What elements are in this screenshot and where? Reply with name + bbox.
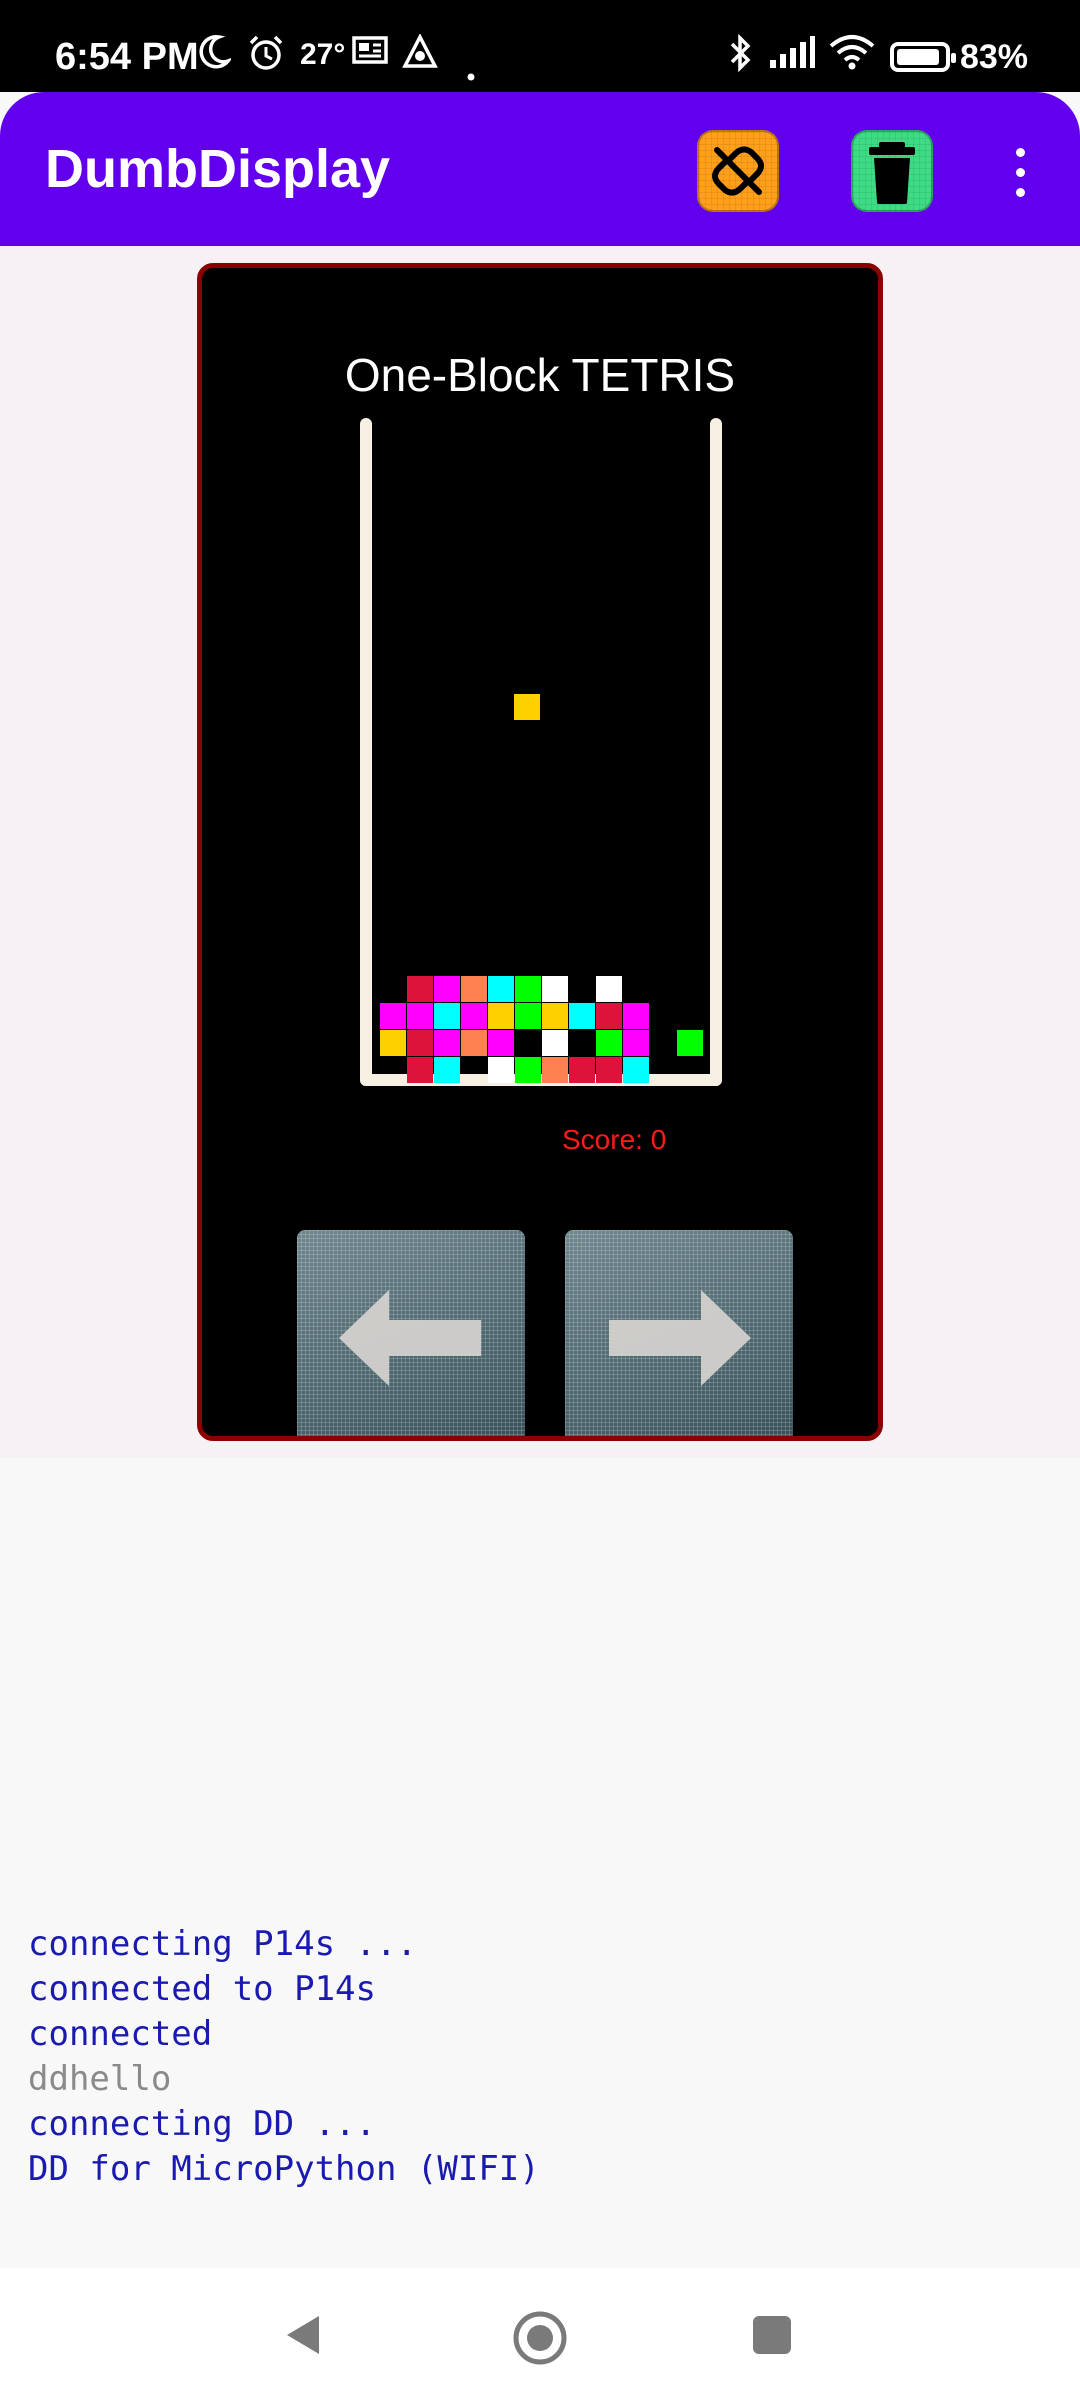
log-console: connecting P14s ... connected to P14s co… <box>28 1922 1028 2192</box>
settled-block <box>542 1003 568 1029</box>
settled-block <box>488 1057 514 1083</box>
wifi-icon <box>828 34 876 79</box>
settled-block <box>623 1057 649 1083</box>
settled-block <box>380 1003 406 1029</box>
move-left-button[interactable] <box>297 1230 525 1436</box>
settled-block <box>515 1057 541 1083</box>
well-wall-right <box>710 418 722 1086</box>
recents-icon[interactable] <box>753 2316 791 2354</box>
log-line: connected to P14s <box>28 1969 376 2009</box>
score-label: Score: 0 <box>562 1124 667 1155</box>
game-title: One-Block TETRIS <box>344 349 736 401</box>
status-bar: 6:54 PM 27° 83% <box>0 0 1080 92</box>
settled-block <box>407 1003 433 1029</box>
settled-block <box>542 1057 568 1083</box>
app-title: DumbDisplay <box>45 139 391 199</box>
navigation-bar <box>0 2268 1080 2400</box>
clear-button[interactable] <box>851 130 933 212</box>
temperature: 27° <box>300 38 346 71</box>
settled-block <box>515 1003 541 1029</box>
battery-icon <box>890 42 956 72</box>
settled-block <box>434 1057 460 1083</box>
settled-block <box>407 1030 433 1056</box>
alarm-icon <box>247 34 285 81</box>
signal-icon <box>768 34 816 79</box>
log-line: DD for MicroPython (WIFI) <box>28 2149 540 2189</box>
well-wall-left <box>360 418 372 1086</box>
settled-block <box>488 1030 514 1056</box>
status-time: 6:54 PM <box>55 36 199 78</box>
disconnect-button[interactable] <box>697 130 779 212</box>
news-icon <box>352 34 388 74</box>
dot-icon <box>467 50 475 90</box>
app-bar: DumbDisplay <box>0 92 1080 246</box>
battery-percent: 83% <box>959 38 1028 76</box>
settled-block <box>596 1057 622 1083</box>
settled-block <box>461 1003 487 1029</box>
settled-block <box>515 976 541 1002</box>
settled-block <box>407 1057 433 1083</box>
settled-block <box>380 1030 406 1056</box>
settled-block <box>569 1057 595 1083</box>
settled-block <box>623 1003 649 1029</box>
settled-block <box>677 1030 703 1056</box>
back-icon[interactable] <box>283 2312 323 2362</box>
settled-block <box>542 1030 568 1056</box>
app-icon <box>402 33 438 79</box>
settled-block <box>434 976 460 1002</box>
falling-block <box>514 694 540 720</box>
game-panel: One-Block TETRIS Score: 0 <box>197 263 883 1441</box>
settled-block <box>461 1030 487 1056</box>
bluetooth-icon <box>728 33 754 81</box>
settled-block <box>488 976 514 1002</box>
move-right-button[interactable] <box>565 1230 793 1436</box>
settled-block <box>623 1030 649 1056</box>
settled-block <box>569 1003 595 1029</box>
settled-block <box>407 976 433 1002</box>
settled-block <box>461 976 487 1002</box>
log-line: connecting P14s ... <box>28 1924 417 1964</box>
settled-block <box>434 1030 460 1056</box>
settled-block <box>596 976 622 1002</box>
settled-block <box>542 976 568 1002</box>
log-line: ddhello <box>28 2059 172 2099</box>
home-icon[interactable] <box>512 2310 568 2370</box>
settled-block <box>434 1003 460 1029</box>
settled-block <box>488 1003 514 1029</box>
settled-block <box>596 1030 622 1056</box>
settled-block <box>596 1003 622 1029</box>
log-line: connecting DD ... <box>28 2104 376 2144</box>
more-vert-icon[interactable] <box>1000 144 1040 204</box>
moon-icon <box>197 34 234 79</box>
log-line: connected <box>28 2014 213 2054</box>
